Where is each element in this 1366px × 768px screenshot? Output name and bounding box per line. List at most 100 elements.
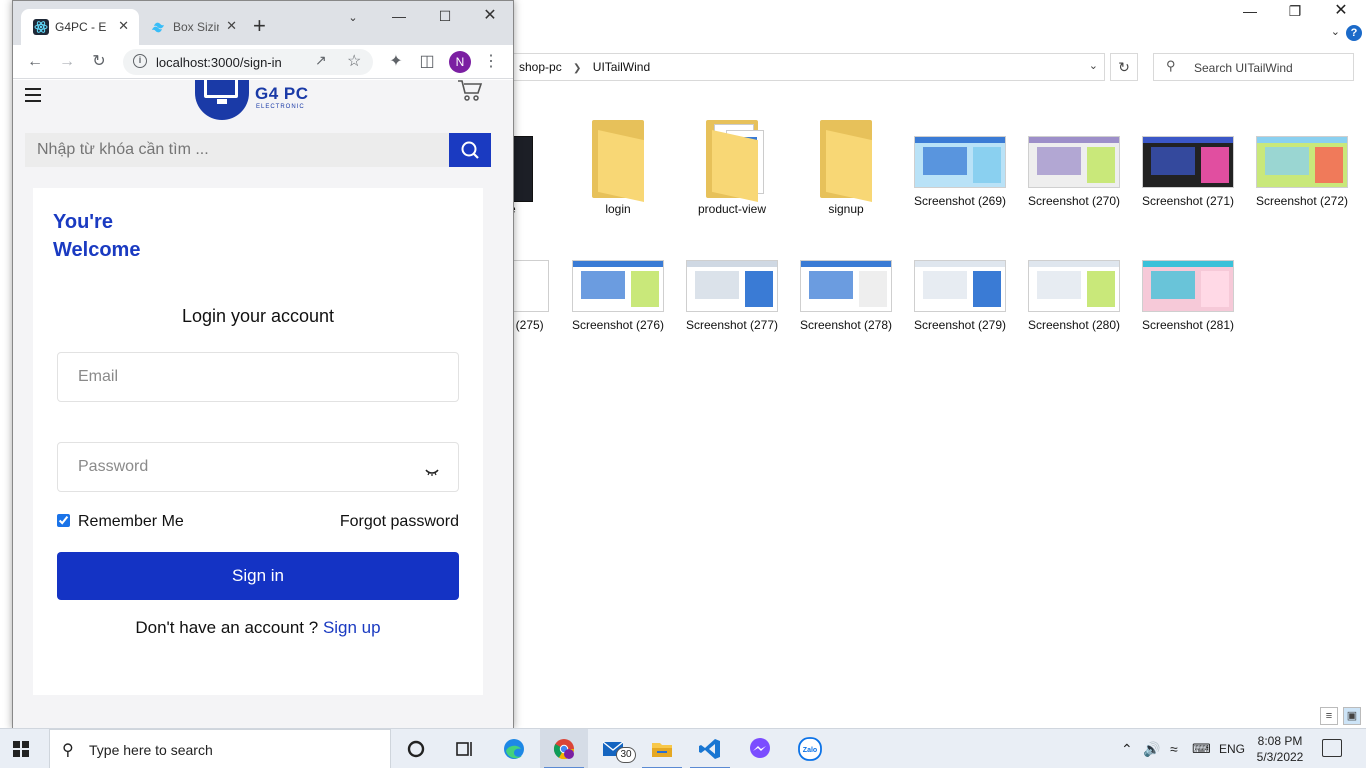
- close-button[interactable]: ✕: [1318, 0, 1364, 24]
- file-item[interactable]: Screenshot (278): [794, 238, 898, 358]
- show-password-icon[interactable]: [425, 464, 439, 476]
- bookmark-star-icon[interactable]: ☆: [347, 51, 361, 71]
- login-title: Login your account: [181, 306, 335, 326]
- taskbar: ⚲ Type here to search 30 Zalo ⌃ 🔊 ≈ ⌨ EN…: [0, 728, 1366, 768]
- vscode-icon[interactable]: [686, 729, 734, 768]
- task-view-icon[interactable]: [440, 729, 488, 768]
- volume-icon[interactable]: 🔊: [1143, 729, 1160, 768]
- address-bar[interactable]: shop-pc ❯ UITailWind ⌄: [505, 53, 1105, 81]
- share-icon[interactable]: ↗: [315, 52, 327, 69]
- file-item[interactable]: Screenshot (280): [1022, 238, 1126, 358]
- remember-label: Remember Me: [78, 513, 184, 530]
- breadcrumb: shop-pc ❯ UITailWind: [519, 60, 650, 74]
- file-label: Screenshot (270): [1027, 194, 1121, 208]
- screenshot-thumbnail: [800, 260, 892, 312]
- chevron-down-icon[interactable]: ⌄: [1089, 59, 1098, 72]
- hamburger-menu-icon[interactable]: [25, 88, 41, 102]
- new-tab-button[interactable]: +: [253, 13, 266, 39]
- file-item[interactable]: Screenshot (279): [908, 238, 1012, 358]
- close-tab-icon[interactable]: ✕: [226, 18, 237, 34]
- minimize-button[interactable]: —: [1227, 0, 1273, 24]
- wifi-icon[interactable]: ≈: [1170, 729, 1178, 768]
- file-item[interactable]: Screenshot (277): [680, 238, 784, 358]
- close-tab-icon[interactable]: ✕: [118, 18, 129, 34]
- email-field[interactable]: [57, 352, 459, 402]
- sign-in-button[interactable]: Sign in: [57, 552, 459, 600]
- browser-toolbar: ← → ↻ i localhost:3000/sign-in ↗ ☆ ✦ ◫ N…: [13, 45, 513, 79]
- windows-start-icon[interactable]: [13, 741, 29, 757]
- page-viewport: G4 PC ELECTRONIC You're Welcome Login yo…: [13, 80, 513, 728]
- menu-icon[interactable]: ⋮: [480, 51, 502, 73]
- extensions-icon[interactable]: ✦: [385, 51, 407, 73]
- profile-avatar[interactable]: N: [449, 51, 471, 73]
- file-item[interactable]: product-view: [680, 114, 784, 234]
- remember-checkbox[interactable]: [57, 514, 70, 527]
- file-item[interactable]: Screenshot (270): [1022, 114, 1126, 234]
- sign-up-link[interactable]: Sign up: [323, 618, 381, 637]
- file-item[interactable]: login: [566, 114, 670, 234]
- file-item[interactable]: signup: [794, 114, 898, 234]
- explorer-search-input[interactable]: ⚲ Search UITailWind: [1153, 53, 1354, 81]
- zalo-icon[interactable]: Zalo: [786, 729, 834, 768]
- url-text: localhost:3000/sign-in: [156, 55, 282, 70]
- forward-icon[interactable]: →: [56, 51, 78, 73]
- breadcrumb-item[interactable]: UITailWind: [593, 60, 650, 74]
- back-icon[interactable]: ←: [24, 51, 46, 73]
- cortana-icon[interactable]: [392, 729, 440, 768]
- file-item[interactable]: Screenshot (281): [1136, 238, 1240, 358]
- password-field[interactable]: [57, 442, 459, 492]
- site-logo[interactable]: G4 PC ELECTRONIC: [195, 80, 325, 120]
- language-indicator[interactable]: ENG: [1219, 729, 1245, 768]
- cart-icon[interactable]: [457, 80, 483, 102]
- mail-icon[interactable]: 30: [590, 729, 638, 768]
- screenshot-thumbnail: [914, 136, 1006, 188]
- edge-icon[interactable]: [490, 729, 538, 768]
- tab-g4pc[interactable]: G4PC - E ✕: [21, 9, 139, 45]
- clock[interactable]: 8:08 PM 5/3/2022: [1246, 733, 1314, 765]
- site-info-icon[interactable]: i: [133, 54, 147, 68]
- side-panel-icon[interactable]: ◫: [416, 51, 438, 73]
- notifications-icon[interactable]: [1322, 739, 1342, 757]
- forgot-password-link[interactable]: Forgot password: [340, 513, 459, 531]
- svg-text:Zalo: Zalo: [803, 747, 817, 754]
- file-item[interactable]: Screenshot (269): [908, 114, 1012, 234]
- help-icon[interactable]: ?: [1346, 25, 1362, 41]
- file-explorer-icon[interactable]: [638, 729, 686, 768]
- file-item[interactable]: Screenshot (271): [1136, 114, 1240, 234]
- screenshot-thumbnail: [572, 260, 664, 312]
- remember-me[interactable]: Remember Me: [57, 513, 184, 533]
- signup-prompt: Don't have an account ? Sign up: [33, 618, 483, 638]
- large-icons-view-icon[interactable]: ▣: [1343, 707, 1361, 725]
- address-bar[interactable]: i localhost:3000/sign-in ↗ ☆: [123, 49, 373, 75]
- restore-button[interactable]: ❐: [1272, 0, 1318, 24]
- search-input[interactable]: [25, 133, 449, 167]
- chevron-down-icon[interactable]: ⌄: [1331, 25, 1340, 38]
- file-label: t (275): [509, 318, 544, 332]
- monitor-icon: [204, 80, 238, 98]
- tab-search-icon[interactable]: ⌄: [333, 7, 373, 31]
- file-label: Screenshot (278): [799, 318, 893, 332]
- tab-box-sizing[interactable]: Box Sizin ✕: [139, 9, 247, 45]
- breadcrumb-item[interactable]: shop-pc: [519, 60, 562, 74]
- details-view-icon[interactable]: ≡: [1320, 707, 1338, 725]
- ime-icon[interactable]: ⌨: [1192, 729, 1211, 768]
- file-item[interactable]: Screenshot (276): [566, 238, 670, 358]
- taskbar-search-placeholder: Type here to search: [89, 742, 213, 758]
- taskbar-search[interactable]: ⚲ Type here to search: [49, 729, 391, 768]
- file-label: login: [605, 202, 631, 216]
- minimize-button[interactable]: —: [379, 5, 419, 29]
- close-button[interactable]: ✕: [470, 5, 510, 29]
- reload-icon[interactable]: ↻: [88, 51, 110, 73]
- logo-name: G4 PC: [255, 84, 309, 103]
- chrome-icon[interactable]: [540, 729, 588, 768]
- welcome-line: You're: [53, 211, 113, 233]
- show-hidden-icons[interactable]: ⌃: [1121, 729, 1133, 768]
- file-item[interactable]: Screenshot (272): [1250, 114, 1354, 234]
- screenshot-thumbnail: [686, 260, 778, 312]
- clock-date: 5/3/2022: [1256, 750, 1304, 764]
- search-button[interactable]: [449, 133, 491, 167]
- messenger-icon[interactable]: [736, 729, 784, 768]
- maximize-button[interactable]: ☐: [425, 5, 465, 29]
- welcome-heading: You're Welcome: [53, 208, 173, 264]
- refresh-button[interactable]: ↻: [1110, 53, 1138, 81]
